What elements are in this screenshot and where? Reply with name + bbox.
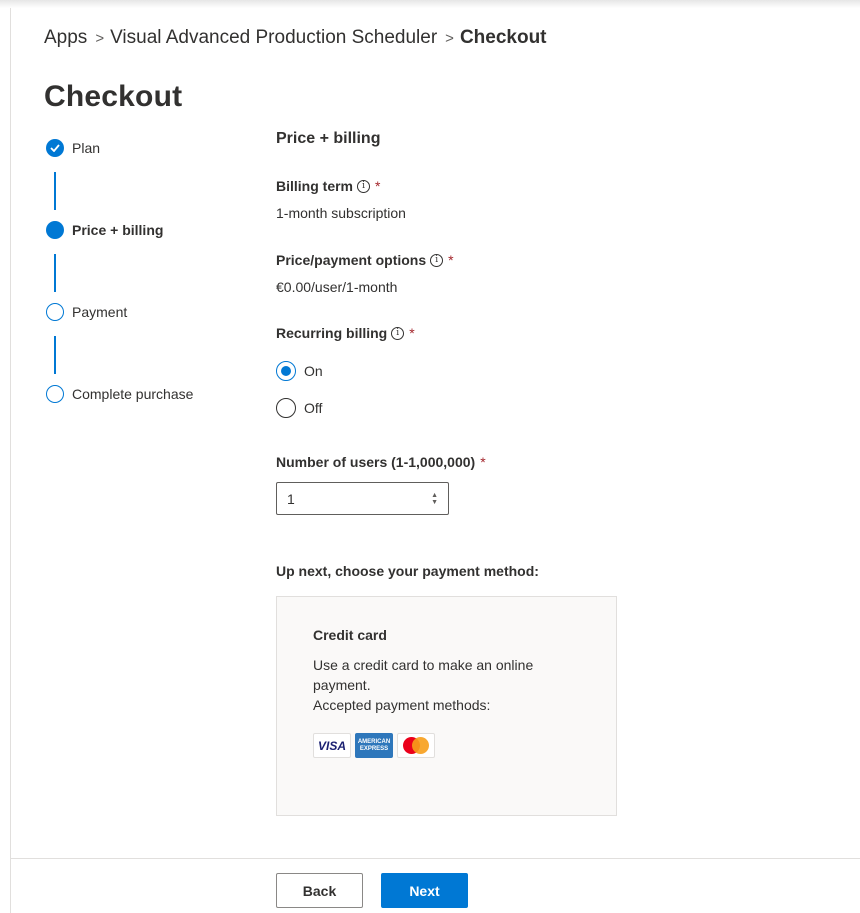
recurring-on-radio[interactable]: On: [276, 361, 323, 381]
footer-divider: [10, 858, 860, 859]
info-icon[interactable]: i: [357, 179, 371, 193]
step-complete-purchase[interactable]: Complete purchase: [46, 385, 193, 403]
radio-unchecked-icon[interactable]: [276, 398, 296, 418]
required-marker: *: [409, 325, 415, 341]
recurring-billing-label: Recurring billing i *: [276, 325, 415, 341]
chevron-right-icon: >: [445, 29, 454, 47]
next-button[interactable]: Next: [381, 873, 468, 908]
step-payment[interactable]: Payment: [46, 303, 127, 321]
price-options-label: Price/payment options i *: [276, 252, 454, 268]
step-label: Price + billing: [72, 222, 164, 238]
number-of-users-label: Number of users (1-1,000,000) *: [276, 454, 486, 470]
breadcrumb: Apps > Visual Advanced Production Schedu…: [44, 27, 547, 49]
step-connector: [54, 336, 56, 374]
payment-logos: VISA AMERICAN EXPRESS: [313, 733, 435, 758]
amex-logo-icon: AMERICAN EXPRESS: [355, 733, 393, 758]
step-label: Payment: [72, 304, 128, 320]
breadcrumb-current: Checkout: [459, 27, 547, 48]
mastercard-logo-icon: [397, 733, 435, 758]
back-button[interactable]: Back: [276, 873, 363, 908]
next-step-heading: Up next, choose your payment method:: [276, 563, 539, 579]
section-title: Price + billing: [276, 130, 381, 147]
step-connector: [54, 254, 56, 292]
step-plan[interactable]: Plan: [46, 139, 100, 157]
checkmark-icon: [46, 139, 64, 157]
step-label: Plan: [72, 140, 101, 156]
required-marker: *: [480, 454, 486, 470]
price-options-value: €0.00/user/1-month: [276, 279, 398, 295]
billing-term-value: 1-month subscription: [276, 205, 406, 221]
recurring-off-radio[interactable]: Off: [276, 398, 322, 418]
left-divider: [10, 8, 11, 913]
current-step-icon: [46, 221, 64, 239]
billing-term-label: Billing term i *: [276, 178, 381, 194]
breadcrumb-app-name[interactable]: Visual Advanced Production Scheduler: [110, 27, 437, 49]
radio-checked-icon[interactable]: [276, 361, 296, 381]
required-marker: *: [375, 178, 381, 194]
spin-arrows-icon[interactable]: ▲ ▼: [431, 492, 438, 506]
step-connector: [54, 172, 56, 210]
payment-card-title: Credit card: [313, 627, 387, 643]
visa-logo-icon: VISA: [313, 733, 351, 758]
step-label: Complete purchase: [72, 386, 194, 402]
payment-card-description: Use a credit card to make an online paym…: [313, 657, 534, 713]
breadcrumb-apps[interactable]: Apps: [44, 27, 87, 49]
top-shadow: [0, 0, 860, 8]
info-icon[interactable]: i: [430, 253, 444, 267]
empty-step-icon: [46, 303, 64, 321]
required-marker: *: [448, 252, 454, 268]
page-title: Checkout: [44, 80, 183, 113]
step-price-billing[interactable]: Price + billing: [46, 221, 163, 239]
number-of-users-input[interactable]: 1 ▲ ▼: [276, 482, 449, 515]
empty-step-icon: [46, 385, 64, 403]
chevron-right-icon: >: [95, 29, 105, 47]
info-icon[interactable]: i: [391, 326, 405, 340]
credit-card-option[interactable]: Credit card Use a credit card to make an…: [276, 596, 617, 816]
